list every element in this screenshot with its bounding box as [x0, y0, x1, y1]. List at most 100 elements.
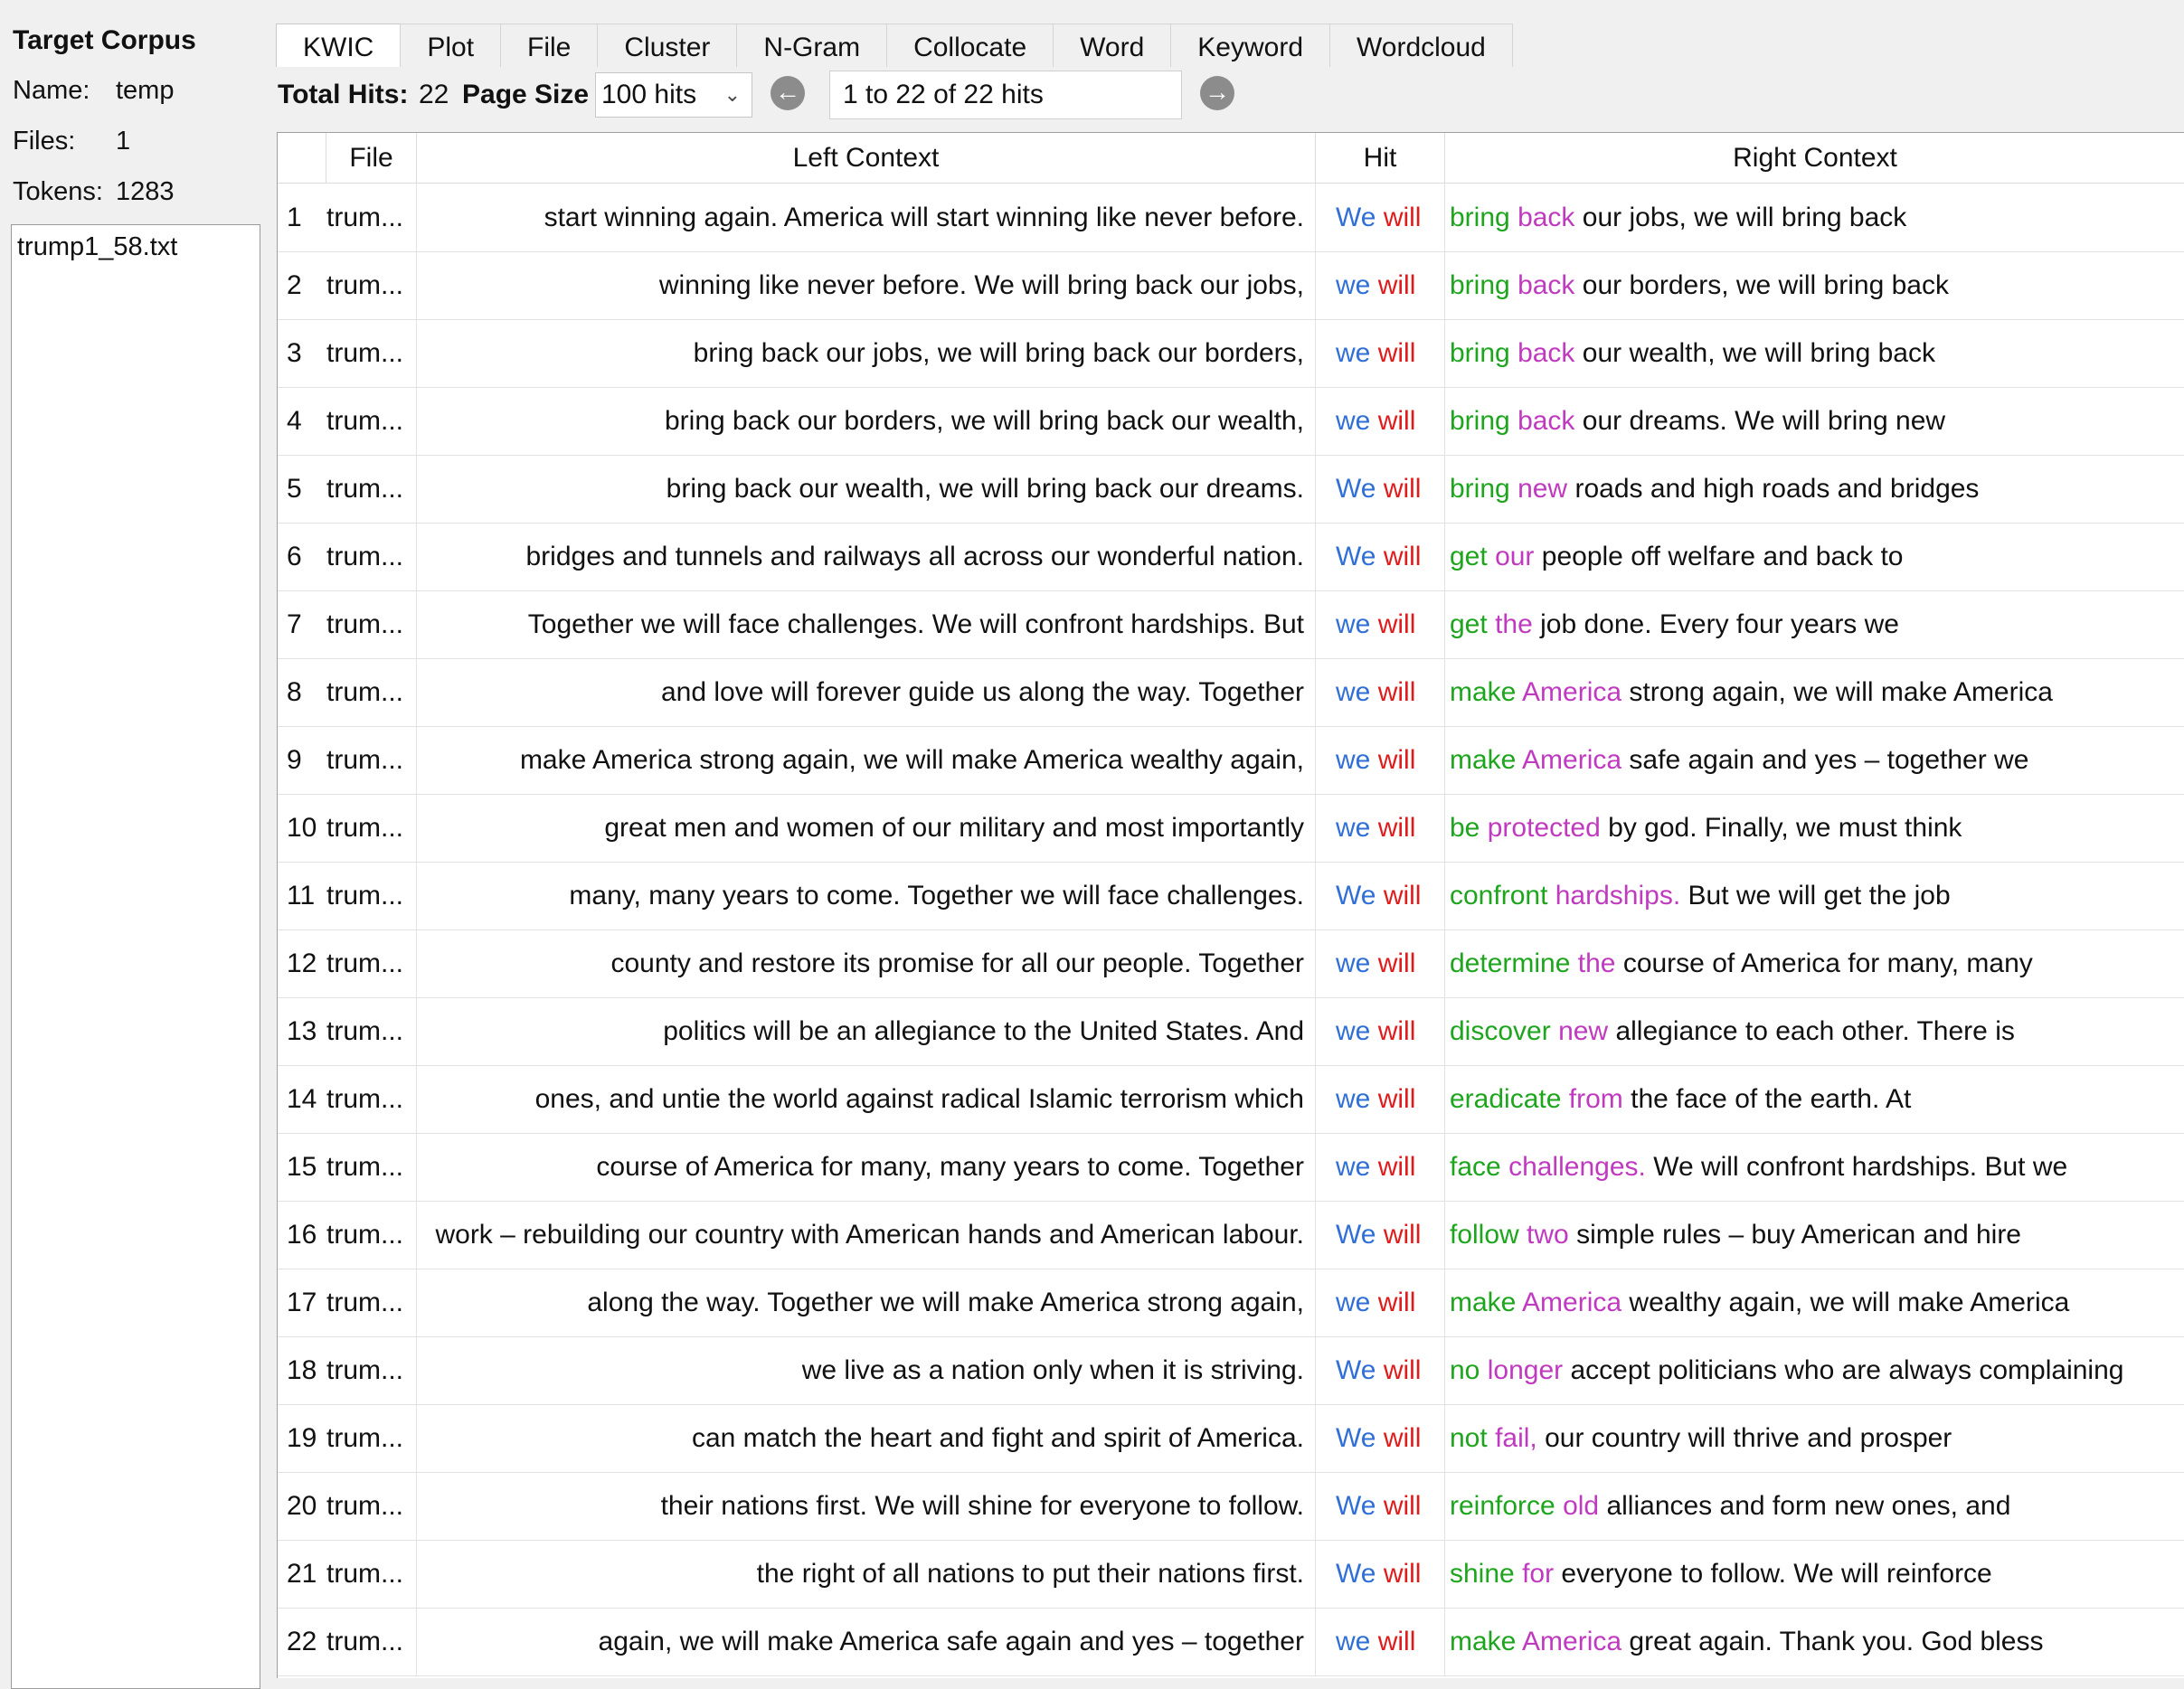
hit-word-2: will [1377, 1627, 1416, 1656]
hit-word-2: will [1383, 1220, 1422, 1250]
table-row[interactable]: 4 trum... bring back our borders, we will … [278, 387, 2184, 456]
tab-word[interactable]: Word [1053, 24, 1172, 67]
next-page-button[interactable]: → [1200, 76, 1234, 110]
hit-word-2: will [1377, 813, 1416, 843]
hit-word-1: we [1336, 1288, 1371, 1317]
table-row[interactable]: 21 trum... the right of all nations to put… [278, 1540, 2184, 1609]
hit-word-1: we [1336, 745, 1371, 775]
right-rest: our wealth, we will bring back [1582, 338, 1935, 368]
table-row[interactable]: 3 trum... bring back our jobs, we will bri… [278, 319, 2184, 388]
table-row[interactable]: 8 trum... and love will forever guide us a… [278, 658, 2184, 727]
row-hit: We will [1316, 1404, 1445, 1472]
row-file: trum... [326, 1201, 417, 1269]
row-hit: we will [1316, 319, 1445, 387]
prev-page-button[interactable]: ← [771, 76, 805, 110]
table-row[interactable]: 15 trum... course of America for many, man… [278, 1133, 2184, 1202]
row-hit: we will [1316, 929, 1445, 997]
hit-word-2: will [1377, 1288, 1416, 1317]
row-right-context: bring back our borders, we will bring ba… [1445, 251, 2184, 319]
corpus-file-list[interactable]: trump1_58.txt [11, 224, 260, 1689]
table-row[interactable]: 16 trum... work – rebuilding our country w… [278, 1201, 2184, 1269]
table-row[interactable]: 11 trum... many, many years to come. Toget… [278, 862, 2184, 930]
right-word-1: reinforce [1450, 1491, 1555, 1521]
right-word-2: protected [1487, 813, 1601, 843]
table-row[interactable]: 10 trum... great men and women of our mili… [278, 794, 2184, 863]
right-rest: our jobs, we will bring back [1582, 203, 1907, 232]
table-row[interactable]: 9 trum... make America strong again, we wi… [278, 726, 2184, 795]
row-right-context: eradicate from the face of the earth. At [1445, 1065, 2184, 1133]
row-left-context: the right of all nations to put their na… [417, 1540, 1316, 1608]
right-word-1: make [1450, 745, 1517, 775]
row-file: trum... [326, 1133, 417, 1201]
tab-collocate[interactable]: Collocate [886, 24, 1054, 67]
corpus-files-value: 1 [116, 127, 131, 156]
kwic-results-table[interactable]: File Left Context Hit Right Context 1 tru… [277, 132, 2184, 1678]
tab-plot[interactable]: Plot [400, 24, 502, 67]
tab-n-gram[interactable]: N-Gram [736, 24, 888, 67]
right-word-2: from [1568, 1084, 1623, 1114]
header-right-context[interactable]: Right Context [1445, 133, 2184, 183]
hit-word-2: will [1377, 1016, 1416, 1046]
row-left-context: bring back our borders, we will bring ba… [417, 387, 1316, 455]
right-word-1: make [1450, 1288, 1517, 1317]
hit-word-2: will [1383, 1559, 1422, 1589]
right-word-1: bring [1450, 203, 1510, 232]
row-number: 6 [287, 542, 302, 571]
right-word-1: discover [1450, 1016, 1551, 1046]
header-left-context[interactable]: Left Context [417, 133, 1316, 183]
row-file: trum... [326, 1608, 417, 1675]
tab-cluster[interactable]: Cluster [597, 24, 738, 67]
hit-word-1: we [1336, 677, 1371, 707]
right-rest: strong again, we will make America [1629, 677, 2053, 707]
table-row[interactable]: 20 trum... their nations first. We will sh… [278, 1472, 2184, 1541]
right-rest: We will confront hardships. But we [1653, 1152, 2068, 1182]
right-word-2: challenges. [1508, 1152, 1646, 1182]
row-file: trum... [326, 184, 417, 251]
row-left-context: their nations first. We will shine for e… [417, 1472, 1316, 1540]
right-word-2: America [1522, 745, 1622, 775]
table-row[interactable]: 13 trum... politics will be an allegiance … [278, 997, 2184, 1066]
row-left-context: start winning again. America will start … [417, 184, 1316, 251]
table-row[interactable]: 12 trum... county and restore its promise … [278, 929, 2184, 998]
table-row[interactable]: 1 trum... start winning again. America wil… [278, 184, 2184, 252]
target-corpus-title: Target Corpus [13, 25, 196, 55]
page-size-select[interactable]: 100 hits ⌄ [595, 72, 752, 118]
tab-wordcloud[interactable]: Wordcloud [1329, 24, 1513, 67]
arrow-right-circle-icon: → [1205, 78, 1230, 106]
tab-file[interactable]: File [500, 24, 599, 67]
table-row[interactable]: 22 trum... again, we will make America saf… [278, 1608, 2184, 1676]
hit-word-2: will [1383, 1491, 1422, 1521]
header-file[interactable]: File [326, 133, 417, 183]
header-row-number[interactable] [278, 133, 326, 183]
row-file: trum... [326, 658, 417, 726]
row-hit: We will [1316, 455, 1445, 523]
row-right-context: shine for everyone to follow. We will re… [1445, 1540, 2184, 1608]
right-rest: wealthy again, we will make America [1629, 1288, 2070, 1317]
file-list-item[interactable]: trump1_58.txt [12, 225, 260, 262]
table-row[interactable]: 5 trum... bring back our wealth, we will b… [278, 455, 2184, 524]
right-rest: course of America for many, many [1622, 948, 2033, 978]
table-row[interactable]: 6 trum... bridges and tunnels and railways… [278, 523, 2184, 591]
table-row[interactable]: 19 trum... can match the heart and fight a… [278, 1404, 2184, 1473]
table-row[interactable]: 7 trum... Together we will face challenges… [278, 590, 2184, 659]
right-word-1: make [1450, 1627, 1517, 1656]
right-rest: our borders, we will bring back [1582, 270, 1949, 300]
corpus-files-row: Files: 1 [13, 127, 130, 156]
row-hit: We will [1316, 1540, 1445, 1608]
header-hit[interactable]: Hit [1316, 133, 1445, 183]
hit-word-2: will [1383, 1423, 1422, 1453]
table-row[interactable]: 18 trum... we live as a nation only when i… [278, 1336, 2184, 1405]
right-rest: job done. Every four years we [1540, 609, 1899, 639]
tab-keyword[interactable]: Keyword [1170, 24, 1330, 67]
hits-range-display: 1 to 22 of 22 hits [829, 71, 1182, 119]
tab-kwic[interactable]: KWIC [276, 24, 402, 67]
right-word-2: for [1522, 1559, 1555, 1589]
table-row[interactable]: 17 trum... along the way. Together we will… [278, 1269, 2184, 1337]
row-right-context: no longer accept politicians who are alw… [1445, 1336, 2184, 1404]
row-file: trum... [326, 1336, 417, 1404]
right-word-2: new [1558, 1016, 1609, 1046]
hit-word-1: We [1336, 881, 1376, 911]
table-row[interactable]: 14 trum... ones, and untie the world again… [278, 1065, 2184, 1134]
table-row[interactable]: 2 trum... winning like never before. We wi… [278, 251, 2184, 320]
hit-word-1: We [1336, 1355, 1376, 1385]
